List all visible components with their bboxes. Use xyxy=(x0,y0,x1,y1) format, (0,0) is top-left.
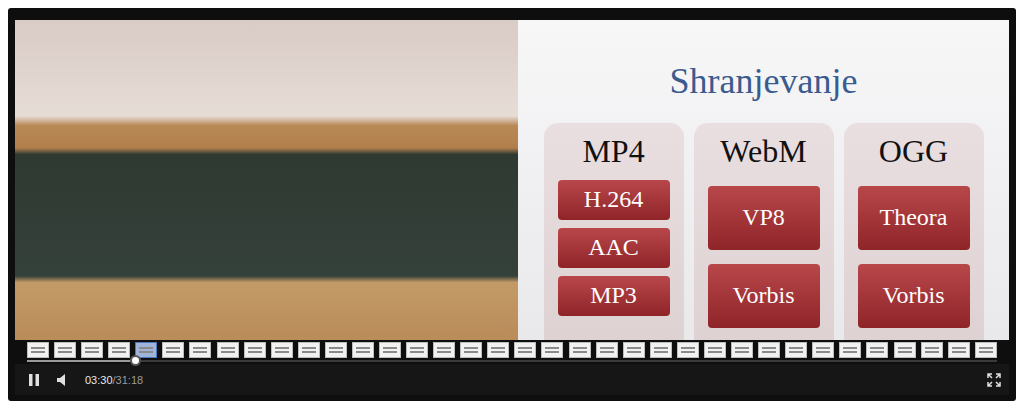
video-player: ShranjevanjeMP4H.264AACMP3WebMVP8VorbisO… xyxy=(8,8,1016,401)
slide-thumbnail[interactable] xyxy=(839,342,861,358)
codec-box: VP8 xyxy=(708,186,820,250)
slide-thumbnail[interactable] xyxy=(731,342,753,358)
slide-thumbnail[interactable] xyxy=(189,342,211,358)
slide-thumbnail[interactable] xyxy=(271,342,293,358)
codec-box: H.264 xyxy=(558,180,670,220)
slide-thumbnail[interactable] xyxy=(677,342,699,358)
slide-thumbnail[interactable] xyxy=(460,342,482,358)
container-name: OGG xyxy=(879,133,948,170)
slide-thumbnail[interactable] xyxy=(244,342,266,358)
codec-box: Vorbis xyxy=(708,264,820,328)
codec-box: MP3 xyxy=(558,276,670,316)
fullscreen-button[interactable] xyxy=(985,371,1003,389)
slide-thumbnail[interactable] xyxy=(758,342,780,358)
slide-thumbnail[interactable] xyxy=(569,342,591,358)
slide-thumbnail[interactable] xyxy=(975,342,997,358)
slide-thumbnail[interactable] xyxy=(948,342,970,358)
codec-box: Theora xyxy=(858,186,970,250)
slide-thumbnail[interactable] xyxy=(108,342,130,358)
slide-thumbnail[interactable] xyxy=(217,342,239,358)
slide-thumbnail[interactable] xyxy=(650,342,672,358)
slide-thumbnail[interactable] xyxy=(541,342,563,358)
slide-thumbnail[interactable] xyxy=(27,342,49,358)
pause-button[interactable] xyxy=(25,371,43,389)
slide-thumbnail[interactable] xyxy=(81,342,103,358)
container-name: MP4 xyxy=(582,133,644,170)
time-display: 03:30/31:18 xyxy=(85,374,143,386)
thumbnail-strip xyxy=(15,340,1009,364)
container-name: WebM xyxy=(720,133,806,170)
slide-thumbnail[interactable] xyxy=(487,342,509,358)
progress-knob[interactable] xyxy=(130,355,141,366)
slide-thumbnail[interactable] xyxy=(623,342,645,358)
slide-thumbnail[interactable] xyxy=(596,342,618,358)
slide-thumbnail[interactable] xyxy=(325,342,347,358)
slide-thumbnail[interactable] xyxy=(514,342,536,358)
slide-thumbnail[interactable] xyxy=(433,342,455,358)
pause-icon xyxy=(28,373,40,387)
slide-thumbnail[interactable] xyxy=(812,342,834,358)
control-bar: 03:30/31:18 xyxy=(15,364,1009,395)
container-column: OGG Theora Vorbis xyxy=(844,123,984,340)
volume-button[interactable] xyxy=(55,371,73,389)
slide-thumbnail[interactable] xyxy=(379,342,401,358)
container-column: WebM VP8 Vorbis xyxy=(694,123,834,340)
slide-thumbnail[interactable] xyxy=(785,342,807,358)
slide-thumbnail[interactable] xyxy=(704,342,726,358)
slide-thumbnail[interactable] xyxy=(352,342,374,358)
container-column: MP4 H.264 AAC MP3 xyxy=(544,123,684,340)
volume-icon xyxy=(56,373,72,387)
progress-bar[interactable] xyxy=(27,360,997,362)
video-frame[interactable] xyxy=(15,20,518,340)
slide-title: Shranjevanje xyxy=(670,60,858,103)
slide-columns: MP4 H.264 AAC MP3 WebM VP8 Vorbis OGG Theora Vorb… xyxy=(544,123,984,340)
slide-thumbnail[interactable] xyxy=(894,342,916,358)
slide-thumbnail[interactable] xyxy=(162,342,184,358)
fullscreen-icon xyxy=(987,373,1001,387)
slide-thumbnail[interactable] xyxy=(406,342,428,358)
slide-thumbnail[interactable] xyxy=(866,342,888,358)
slide-thumbnail[interactable] xyxy=(54,342,76,358)
codec-box: Vorbis xyxy=(858,264,970,328)
video-area: ShranjevanjeMP4H.264AACMP3WebMVP8VorbisO… xyxy=(15,20,1009,340)
codec-box: AAC xyxy=(558,228,670,268)
slide-thumbnail[interactable] xyxy=(298,342,320,358)
slide: ShranjevanjeMP4H.264AACMP3WebMVP8VorbisO… xyxy=(518,20,1009,340)
slide-thumbnail[interactable] xyxy=(921,342,943,358)
